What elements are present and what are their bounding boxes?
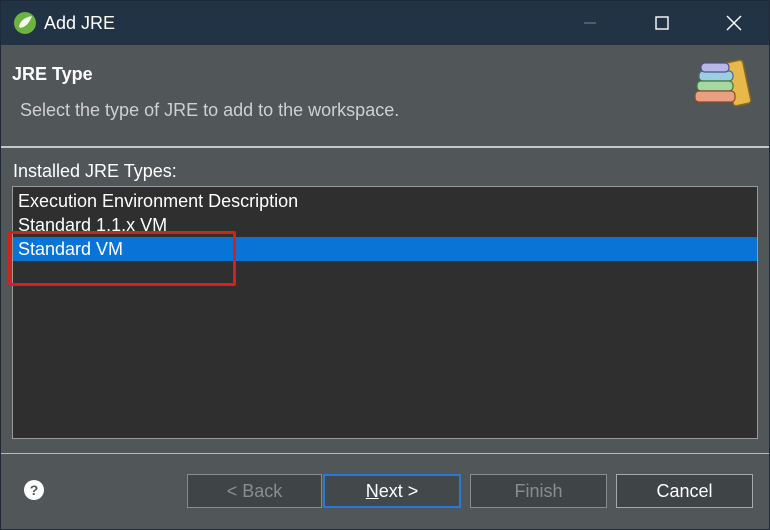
help-icon[interactable]: ? [23,479,45,501]
wizard-header: JRE Type Select the type of JRE to add t… [1,45,769,146]
cancel-button[interactable]: Cancel [616,474,753,508]
page-description: Select the type of JRE to add to the wor… [20,100,400,120]
close-button[interactable] [711,1,757,45]
window-title: Add JRE [44,13,116,33]
annotation-highlight-box [8,231,236,286]
installed-jre-types-label: Installed JRE Types: [13,161,177,181]
title-bar: Add JRE [1,1,769,45]
back-button[interactable]: < Back [187,474,322,508]
maximize-button[interactable] [639,1,685,45]
svg-text:?: ? [30,482,39,498]
jre-types-list[interactable]: Execution Environment Description Standa… [12,186,758,439]
next-button[interactable]: Next > [323,474,461,508]
finish-button[interactable]: Finish [470,474,607,508]
list-item-execution-environment[interactable]: Execution Environment Description [13,189,757,213]
header-divider [1,146,769,148]
add-jre-dialog: Add JRE JRE Type Select the type of JRE … [0,0,770,530]
minimize-button[interactable] [567,1,613,45]
page-title: JRE Type [12,64,93,84]
footer-divider [1,453,769,454]
library-books-icon [691,51,755,113]
app-icon [13,11,37,35]
next-button-label: Next > [365,480,419,501]
